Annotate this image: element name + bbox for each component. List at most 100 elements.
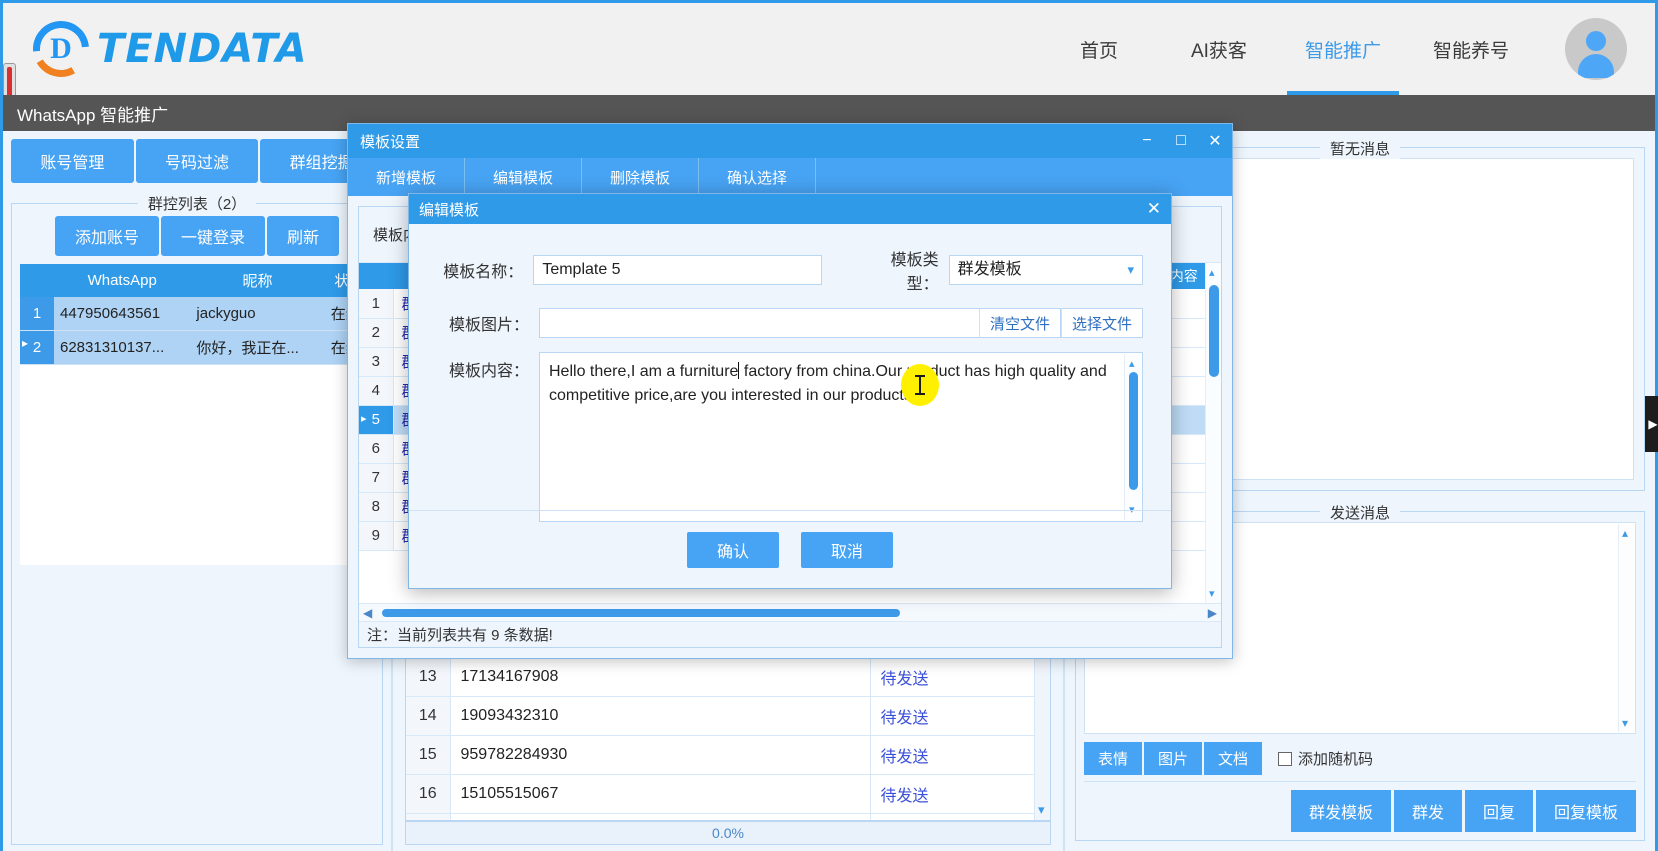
chevron-down-icon[interactable]: ▾ [1622,716,1628,730]
table-row[interactable]: 1 447950643561 jackyguo 在线 [20,297,374,331]
confirm-button[interactable]: 确认 [687,531,779,568]
row-index: 3 [359,347,394,377]
send-message-scrollbar[interactable]: ▴ ▾ [1618,524,1634,732]
add-random-code-label: 添加随机码 [1298,751,1374,768]
chevron-right-icon[interactable]: ▶ [1208,606,1217,620]
table-row[interactable]: 16 15105515067 待发送 [406,774,1050,814]
content-scrollbar[interactable]: ▴ ▾ [1124,354,1141,520]
scrollbar-thumb[interactable] [1209,285,1219,377]
tabs-filler [816,158,1232,196]
scrollbar-thumb[interactable] [382,608,901,617]
number-list-box: 13 17134167908 待发送 14 19093432310 待发送 15… [405,657,1051,821]
chevron-down-icon[interactable]: ▾ [1038,802,1045,818]
row-index: 8 [359,492,394,522]
row-whatsapp: 62831310137... [54,330,191,365]
send-tool-row: 表情 图片 文档 添加随机码 [1084,734,1636,781]
nav-item-ai-acquisition[interactable]: AI获客 [1159,3,1279,95]
user-avatar-icon[interactable] [1565,18,1627,80]
row-number: 19093432310 [450,696,870,736]
row-status: 待发送 [869,696,1050,736]
template-grid-vscrollbar[interactable]: ▴ ▾ [1205,263,1221,603]
messages-box-title: 暂无消息 [1319,138,1401,159]
panel-collapse-handle[interactable]: ▶ [1645,396,1658,452]
choose-file-button[interactable]: 选择文件 [1060,308,1143,338]
checkbox-icon[interactable] [1278,751,1293,766]
edit-template-title: 编辑模板 [419,201,480,219]
template-name-row: 模板名称： Template 5 模板类型： 群发模板 ▾ [437,246,1143,294]
tab-delete-template[interactable]: 删除模板 [582,158,700,196]
row-status: 待发送 [869,735,1050,775]
row-number: 959782284930 [450,735,870,775]
bulk-send-button[interactable]: 群发 [1393,790,1462,832]
table-row[interactable]: 2 62831310137... 你好，我正在... 在线 [20,330,374,365]
add-account-button[interactable]: 添加账号 [54,216,159,256]
brand-logo: D TENDATA [21,9,308,89]
left-tab-row: 账号管理 号码过滤 群组挖掘 [11,139,384,183]
template-content-textarea[interactable]: Hello there,I am a furniture factory fro… [539,352,1143,522]
document-button[interactable]: 文档 [1204,742,1263,775]
table-row[interactable]: 13 17134167908 待发送 [406,658,1050,697]
row-nickname: 你好，我正在... [190,330,325,365]
template-settings-title-bar: 模板设置 − □ ✕ [348,124,1232,158]
tab-number-filter[interactable]: 号码过滤 [135,139,259,183]
clear-file-button[interactable]: 清空文件 [978,308,1061,338]
left-panel: 账号管理 号码过滤 群组挖掘 群控列表（2） 添加账号 一键登录 刷新 What… [3,131,393,851]
bulk-template-button[interactable]: 群发模板 [1290,790,1391,832]
template-image-label: 模板图片： [448,317,529,334]
number-list-scrollbar[interactable]: ▾ [1034,658,1050,820]
template-image-file-group: 清空文件 选择文件 [539,308,1143,338]
chevron-up-icon[interactable]: ▴ [1622,526,1628,540]
chevron-down-icon[interactable]: ▾ [1209,587,1215,600]
template-type-value: 群发模板 [957,261,1022,278]
image-button[interactable]: 图片 [1144,742,1203,775]
app-header: D TENDATA 首页 AI获客 智能推广 智能养号 [3,3,1655,95]
table-row[interactable]: 15 959782284930 待发送 [406,735,1050,775]
chevron-up-icon[interactable]: ▴ [1129,356,1135,373]
main-nav: 首页 AI获客 智能推广 智能养号 [1039,3,1535,95]
tab-add-template[interactable]: 新增模板 [348,158,466,196]
tab-edit-template[interactable]: 编辑模板 [465,158,583,196]
chevron-left-icon[interactable]: ◀ [363,606,372,620]
close-icon[interactable]: ✕ [1147,199,1161,219]
refresh-button[interactable]: 刷新 [267,216,340,256]
table-row[interactable]: 14 19093432310 待发送 [406,696,1050,736]
cancel-button[interactable]: 取消 [801,531,893,568]
edit-template-footer: 确认 取消 [409,510,1171,588]
template-type-select[interactable]: 群发模板 ▾ [948,255,1143,285]
scrollbar-track[interactable] [372,608,1208,617]
scrollbar-thumb[interactable] [1129,372,1138,490]
template-type-label: 模板类型： [890,252,939,293]
row-index: 16 [406,774,451,814]
one-click-login-button[interactable]: 一键登录 [160,216,265,256]
maximize-icon[interactable]: □ [1164,124,1198,158]
chevron-down-icon[interactable]: ▾ [1127,256,1134,284]
nav-item-smart-nurture[interactable]: 智能养号 [1407,3,1535,95]
nav-item-home[interactable]: 首页 [1039,3,1159,95]
template-content-row: 模板内容： Hello there,I am a furniture facto… [437,352,1143,522]
tab-confirm-selection[interactable]: 确认选择 [699,158,817,196]
add-random-code-checkbox[interactable]: 添加随机码 [1278,748,1373,769]
tab-account-management[interactable]: 账号管理 [11,139,134,183]
reply-button[interactable]: 回复 [1464,790,1533,832]
row-index: 14 [406,696,451,736]
close-icon[interactable]: ✕ [1198,124,1232,158]
row-status: 待发送 [869,813,1050,820]
row-whatsapp: 447950643561 [54,297,191,331]
edit-template-dialog: 编辑模板 ✕ 模板名称： Template 5 模板类型： 群发模板 ▾ 模板图… [408,193,1172,589]
chevron-up-icon[interactable]: ▴ [1209,266,1215,279]
group-control-list-title: 群控列表（2） [137,193,257,214]
row-index: 2 [359,318,394,348]
reply-template-button[interactable]: 回复模板 [1535,790,1636,832]
template-image-input[interactable] [539,308,979,338]
template-grid-hscrollbar[interactable]: ◀ ▶ [359,603,1221,621]
row-status: 待发送 [869,774,1050,814]
row-index: 15 [406,735,451,775]
template-name-input[interactable]: Template 5 [533,255,822,285]
minimize-icon[interactable]: − [1130,124,1164,158]
table-row[interactable]: 17 13337592070 待发送 [406,813,1050,820]
nav-item-smart-promotion[interactable]: 智能推广 [1279,3,1407,95]
emoji-button[interactable]: 表情 [1084,742,1143,775]
edit-template-body: 模板名称： Template 5 模板类型： 群发模板 ▾ 模板图片： 清空文件… [409,224,1171,522]
template-list-note: 注：当前列表共有 9 条数据! [359,621,1221,647]
col-index [359,263,393,289]
